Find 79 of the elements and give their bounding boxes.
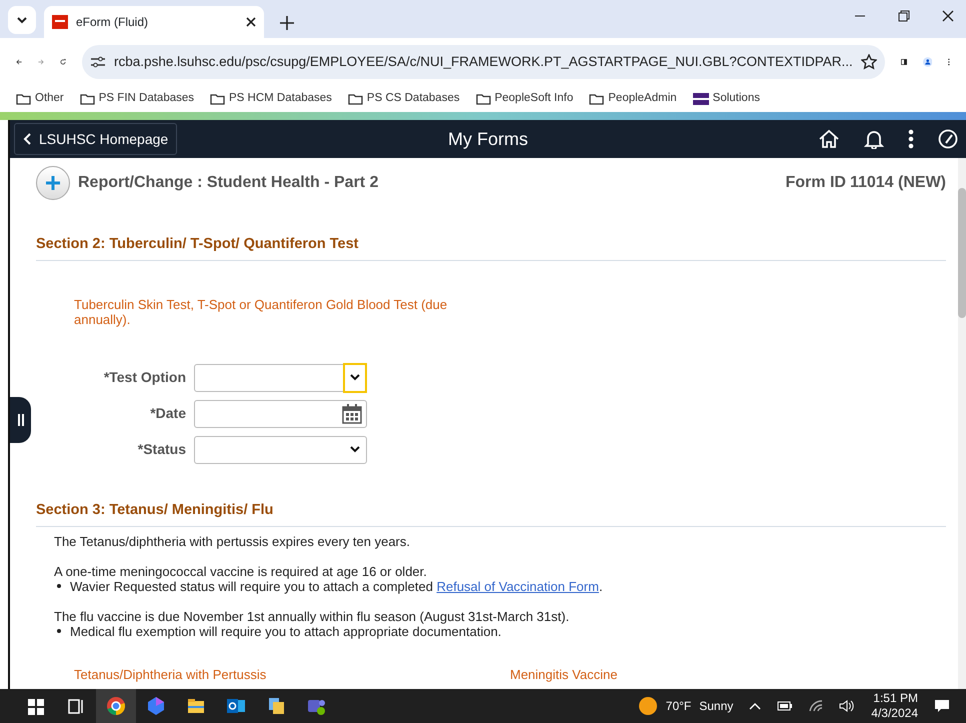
star-icon[interactable] <box>860 54 877 70</box>
folder-icon <box>476 93 491 105</box>
calendar-icon[interactable] <box>342 404 362 424</box>
folder-icon <box>589 93 604 105</box>
page-title: My Forms <box>448 128 528 151</box>
wifi-icon[interactable] <box>809 700 824 712</box>
chevron-left-icon <box>23 133 31 145</box>
column-heading: Meningitis Vaccine <box>510 666 618 684</box>
more-icon[interactable] <box>908 129 914 149</box>
close-icon[interactable] <box>246 17 256 27</box>
paragraph: A one-time meningococcal vaccine is required at age 16 or older. <box>54 564 428 579</box>
outlook-icon <box>226 696 246 716</box>
dropdown-button[interactable] <box>343 362 367 393</box>
clock-time: 1:51 PM <box>873 691 918 706</box>
refusal-form-link[interactable]: Refusal of Vaccination Form <box>436 578 599 594</box>
logo-icon <box>692 93 709 105</box>
files-icon <box>266 696 286 716</box>
tab-list-icon[interactable] <box>8 6 36 34</box>
bookmark[interactable]: PS CS Databases <box>348 90 460 108</box>
address-bar[interactable]: rcba.pshe.lsuhsc.edu/psc/csupg/EMPLOYEE/SA/c/NUI_FRAMEWORK.PT_AGSTARTPAGE_NUI.GBL?CONTEXTIDPAR... <box>82 45 885 79</box>
close-icon[interactable] <box>942 10 954 22</box>
battery-icon[interactable] <box>777 701 794 711</box>
bookmark[interactable]: Solutions <box>692 90 760 108</box>
paragraph: The Tetanus/diphtheria with pertussis expires every ten years. <box>54 534 411 549</box>
input-field[interactable] <box>194 436 367 464</box>
chevron-down-icon <box>350 446 360 454</box>
panel-handle[interactable] <box>10 397 31 443</box>
scrollbar[interactable] <box>958 158 966 689</box>
temperature: 70°F <box>666 698 692 715</box>
site-settings-icon[interactable] <box>90 55 106 69</box>
bookmark[interactable]: PS FIN Databases <box>80 90 194 108</box>
chevron-down-icon <box>350 374 360 382</box>
folder-icon <box>348 93 363 105</box>
new-tab-icon[interactable] <box>280 16 294 30</box>
bullet-icon <box>56 628 62 634</box>
field-label: *Test Option <box>102 368 186 388</box>
bullet-text: Medical flu exemption will require you to attach appropriate documentation. <box>70 624 502 639</box>
home-icon[interactable] <box>818 129 840 149</box>
chevron-up-icon[interactable] <box>749 702 762 710</box>
copilot-icon <box>146 696 166 716</box>
folder-icon <box>80 93 95 105</box>
bell-icon[interactable] <box>864 129 884 149</box>
notification-icon[interactable] <box>934 699 950 713</box>
bookmark[interactable]: PeopleAdmin <box>589 90 677 108</box>
weather-text: Sunny <box>699 698 734 715</box>
add-button[interactable] <box>36 166 70 200</box>
folder-icon <box>210 93 225 105</box>
browser-tab[interactable]: eForm (Fluid) <box>44 6 264 38</box>
plus-icon <box>45 175 61 191</box>
volume-icon[interactable] <box>839 700 856 712</box>
form-id-label: Form ID <box>786 173 846 193</box>
bookmark[interactable]: Other <box>16 90 64 108</box>
bookmark[interactable]: PeopleSoft Info <box>476 90 574 108</box>
chrome-icon <box>106 696 126 716</box>
bullet-icon <box>56 582 62 589</box>
clock-date: 4/3/2024 <box>871 706 918 721</box>
section-note: Tuberculin Skin Test, T-Spot or Quantiferon Gold Blood Test (due annually). <box>74 296 448 328</box>
back-button[interactable]: LSUHSC Homepage <box>14 123 178 155</box>
compass-icon[interactable] <box>938 129 958 149</box>
field-label: *Date <box>149 404 186 424</box>
sun-icon <box>638 696 658 716</box>
section-title: Section 3: Tetanus/ Meningitis/ Flu <box>36 500 946 527</box>
section-title: Section 2: Tuberculin/ T-Spot/ Quantiferon Test <box>36 234 946 261</box>
explorer-icon <box>186 696 206 716</box>
pause-icon <box>18 414 24 426</box>
field-label: *Status <box>136 440 186 460</box>
paragraph: The flu vaccine is due November 1st annually within flu season (August 31st-March 31st). <box>54 608 570 624</box>
folder-icon <box>16 93 31 105</box>
bookmark[interactable]: PS HCM Databases <box>210 90 332 108</box>
windows-icon <box>26 696 46 716</box>
taskbar-app[interactable] <box>96 689 136 723</box>
column-heading: Tetanus/Diphtheria with Pertussis <box>74 666 268 684</box>
restore-icon[interactable] <box>898 10 910 22</box>
input-field[interactable] <box>194 400 367 428</box>
form-id: 11014 (NEW) <box>850 173 946 193</box>
form-heading: Report/Change : Student Health - Part 2 <box>78 173 378 193</box>
oracle-icon <box>52 15 68 29</box>
bullet-text: Wavier Requested status will require you to attach a completed Refusal of Vaccination Form. <box>70 578 603 594</box>
input-field[interactable] <box>194 364 367 392</box>
